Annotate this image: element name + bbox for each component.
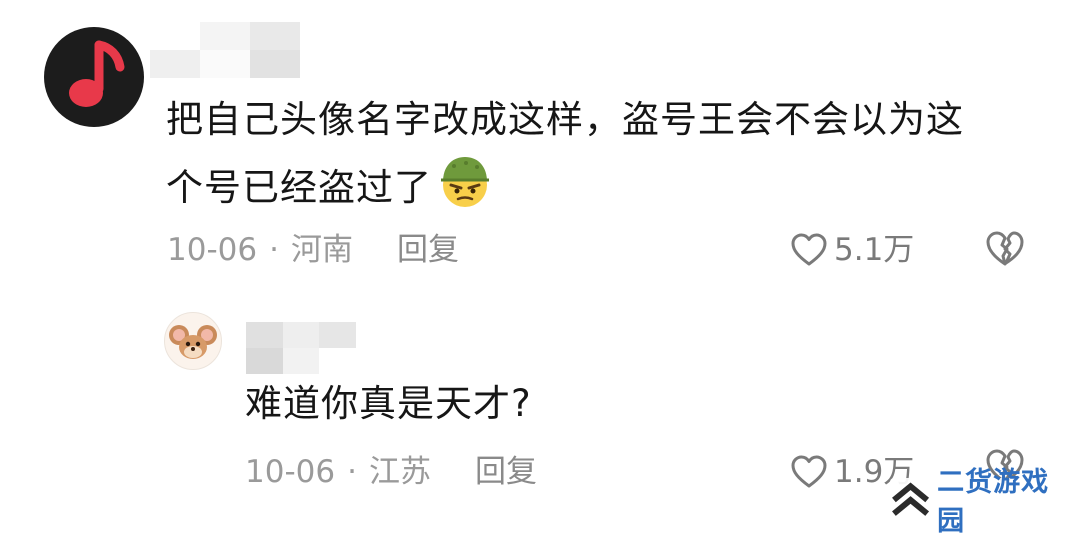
like-button[interactable]: 5.1万 (790, 230, 914, 270)
reply-username-redacted[interactable] (246, 322, 357, 374)
cartoon-mouse-avatar (169, 325, 217, 359)
like-count: 5.1万 (834, 232, 915, 268)
dislike-button[interactable] (985, 230, 1025, 272)
reply-text: 难道你真是天才? (245, 382, 532, 425)
meta-separator: · (347, 454, 357, 490)
reply-button[interactable]: 回复 (475, 454, 537, 490)
reply-date: 10-06 (245, 454, 336, 490)
meta-separator: · (269, 232, 279, 268)
heart-outline-icon (791, 233, 827, 266)
double-chevron-up-icon (892, 482, 930, 516)
commenter-avatar[interactable] (44, 27, 144, 127)
comment-meta: 10-06 · 河南 回复 (167, 230, 459, 270)
watermark-text: 二货游戏园 (937, 467, 1050, 537)
comment-text: 把自己头像名字改成这样，盗号王会不会以为这 个号已经盗过了 (166, 88, 1046, 220)
comment-text-line-1: 把自己头像名字改成这样，盗号王会不会以为这 (166, 98, 964, 141)
heart-outline-icon (791, 455, 827, 488)
comment-date: 10-06 (167, 232, 258, 268)
commenter-username-redacted[interactable] (150, 22, 300, 78)
broken-heart-icon (986, 231, 1024, 266)
reply-location: 江苏 (368, 454, 431, 490)
comment-location: 河南 (290, 232, 353, 268)
site-watermark: 二货游戏园 (890, 467, 1074, 537)
cool-soldier-emoji (436, 152, 494, 210)
music-note-icon (69, 40, 125, 107)
reply-meta: 10-06 · 江苏 回复 (245, 452, 537, 492)
reply-avatar[interactable] (164, 312, 222, 370)
reply-button[interactable]: 回复 (397, 232, 459, 268)
comment-text-line-2: 个号已经盗过了 (166, 152, 1046, 220)
